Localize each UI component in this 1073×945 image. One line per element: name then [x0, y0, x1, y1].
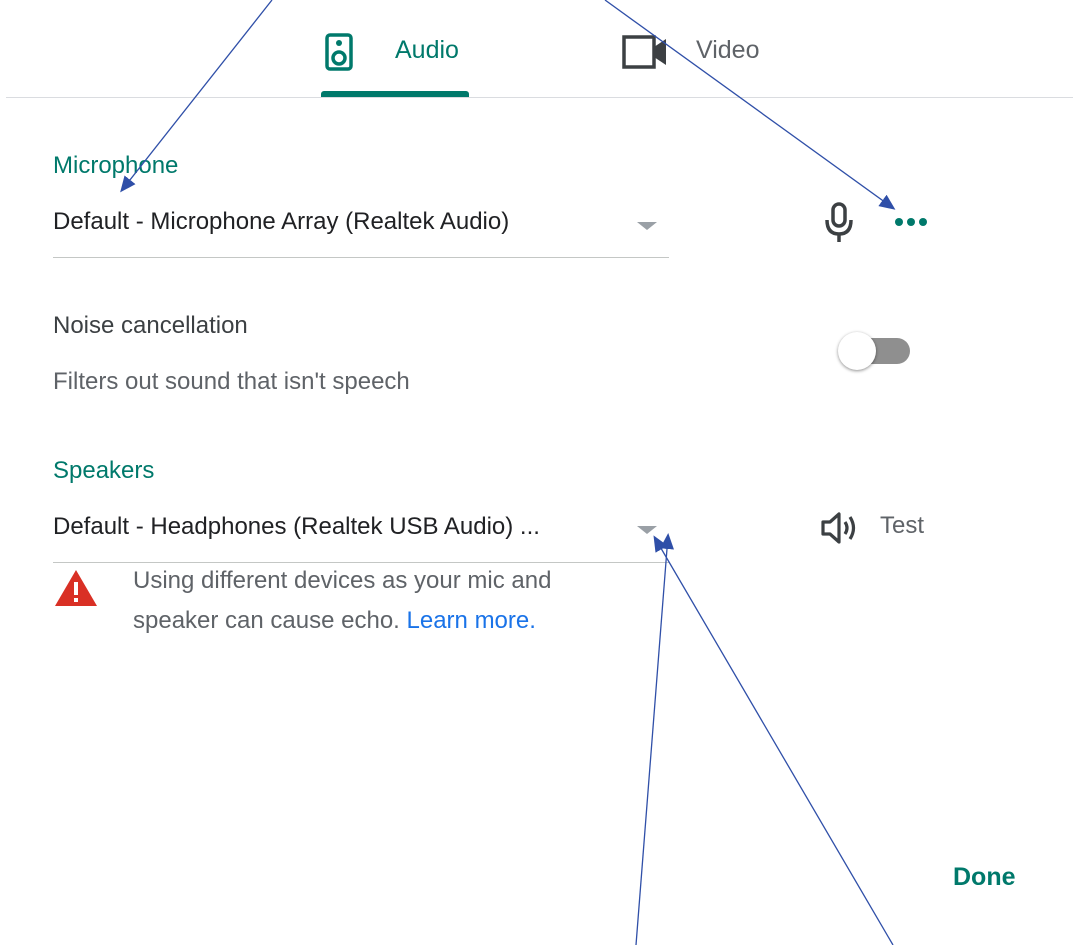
- tabs-divider: [6, 97, 1073, 98]
- done-button[interactable]: Done: [953, 862, 1016, 892]
- noise-cancellation-toggle[interactable]: [836, 330, 912, 372]
- test-speaker-label: Test: [880, 512, 925, 539]
- speakers-section-title: Speakers: [53, 457, 155, 484]
- test-speaker-button[interactable]: Test: [820, 508, 950, 548]
- more-options-icon[interactable]: [894, 216, 930, 228]
- speakers-select-value: Default - Headphones (Realtek USB Audio)…: [53, 513, 540, 540]
- annotation-arrows: [120, 0, 896, 945]
- noise-cancellation-description: Filters out sound that isn't speech: [53, 368, 410, 395]
- video-camera-icon: [622, 35, 666, 69]
- warning-icon: [55, 570, 97, 606]
- microphone-select-value: Default - Microphone Array (Realtek Audi…: [53, 208, 510, 235]
- tab-video[interactable]: Video: [620, 30, 780, 92]
- noise-cancellation-title: Noise cancellation: [53, 312, 248, 339]
- tab-audio-label: Audio: [395, 36, 459, 64]
- chevron-down-icon: [637, 222, 657, 230]
- speakers-select[interactable]: Default - Headphones (Realtek USB Audio)…: [53, 505, 669, 563]
- microphone-icon[interactable]: [822, 202, 856, 244]
- annotation-arrow: [653, 535, 894, 945]
- tab-audio[interactable]: Audio: [321, 30, 471, 92]
- microphone-select-underline: [53, 257, 669, 258]
- speaker-icon: [325, 33, 353, 71]
- microphone-select[interactable]: Default - Microphone Array (Realtek Audi…: [53, 200, 669, 258]
- volume-icon: [821, 512, 856, 544]
- microphone-section-title: Microphone: [53, 152, 179, 179]
- tab-video-label: Video: [696, 36, 760, 64]
- learn-more-link[interactable]: Learn more.: [407, 607, 536, 634]
- toggle-thumb: [838, 332, 876, 370]
- echo-warning: Using different devices as your mic and …: [133, 561, 643, 641]
- chevron-down-icon: [637, 526, 657, 534]
